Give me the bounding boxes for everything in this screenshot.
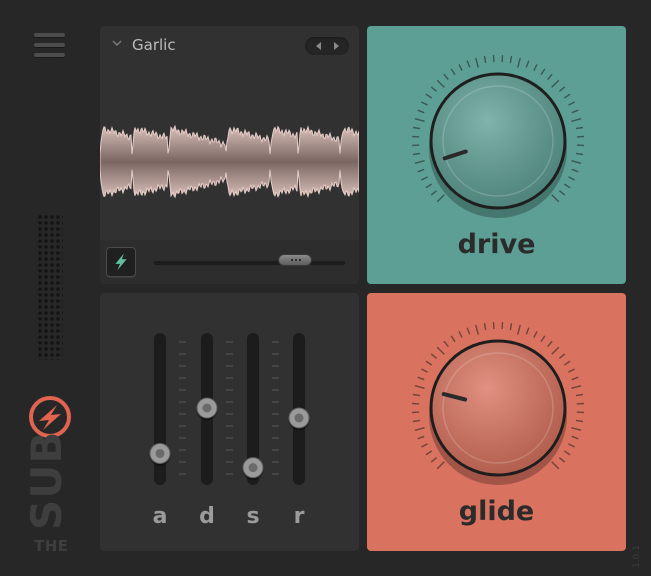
brand-the: THE [34, 537, 69, 555]
attack-label: a [152, 504, 168, 529]
drive-panel: drive [367, 26, 626, 284]
menu-bar [34, 43, 65, 47]
preset-header: Garlic [100, 26, 359, 62]
lightning-bolt-icon [115, 253, 127, 271]
version-label: 1.0.1 [632, 545, 642, 568]
menu-button[interactable] [33, 31, 67, 61]
fader-sustain[interactable] [240, 333, 266, 483]
fader-attack[interactable] [147, 333, 173, 483]
fader-scale [272, 341, 279, 475]
caret-left-icon[interactable] [316, 42, 321, 50]
drive-label: drive [457, 229, 536, 260]
fader-scale [226, 341, 233, 475]
glide-panel: glide [367, 293, 626, 551]
fader-release[interactable] [286, 333, 312, 483]
speaker-grille [37, 214, 63, 360]
preset-nav [305, 37, 349, 55]
chevron-down-icon[interactable] [112, 38, 122, 48]
menu-bar [34, 33, 65, 37]
wave-position-thumb[interactable] [278, 254, 313, 266]
drive-knob-handle[interactable] [431, 75, 565, 209]
fader-decay[interactable] [194, 333, 220, 483]
app-window: SUB THE 1.0.1 Garlic drive a d s r glide [0, 0, 651, 576]
glide-knob-handle[interactable] [431, 342, 565, 476]
release-label: r [293, 504, 305, 529]
waveform-shape [100, 124, 359, 199]
sustain-label: s [246, 504, 260, 529]
waveform-footer [100, 240, 359, 284]
fader-scale [179, 341, 186, 475]
preset-name[interactable]: Garlic [132, 36, 176, 54]
menu-bar [34, 53, 65, 57]
wave-position-track[interactable] [154, 261, 345, 265]
decay-label: d [199, 504, 215, 529]
wave-mode-button[interactable] [106, 247, 136, 277]
brand-sub: SUB [22, 430, 71, 530]
caret-right-icon[interactable] [334, 42, 339, 50]
waveform-display [100, 124, 359, 199]
waveform-panel: Garlic [100, 26, 359, 284]
glide-label: glide [458, 496, 535, 527]
envelope-faders [149, 333, 310, 485]
envelope-panel: a d s r [100, 293, 359, 551]
